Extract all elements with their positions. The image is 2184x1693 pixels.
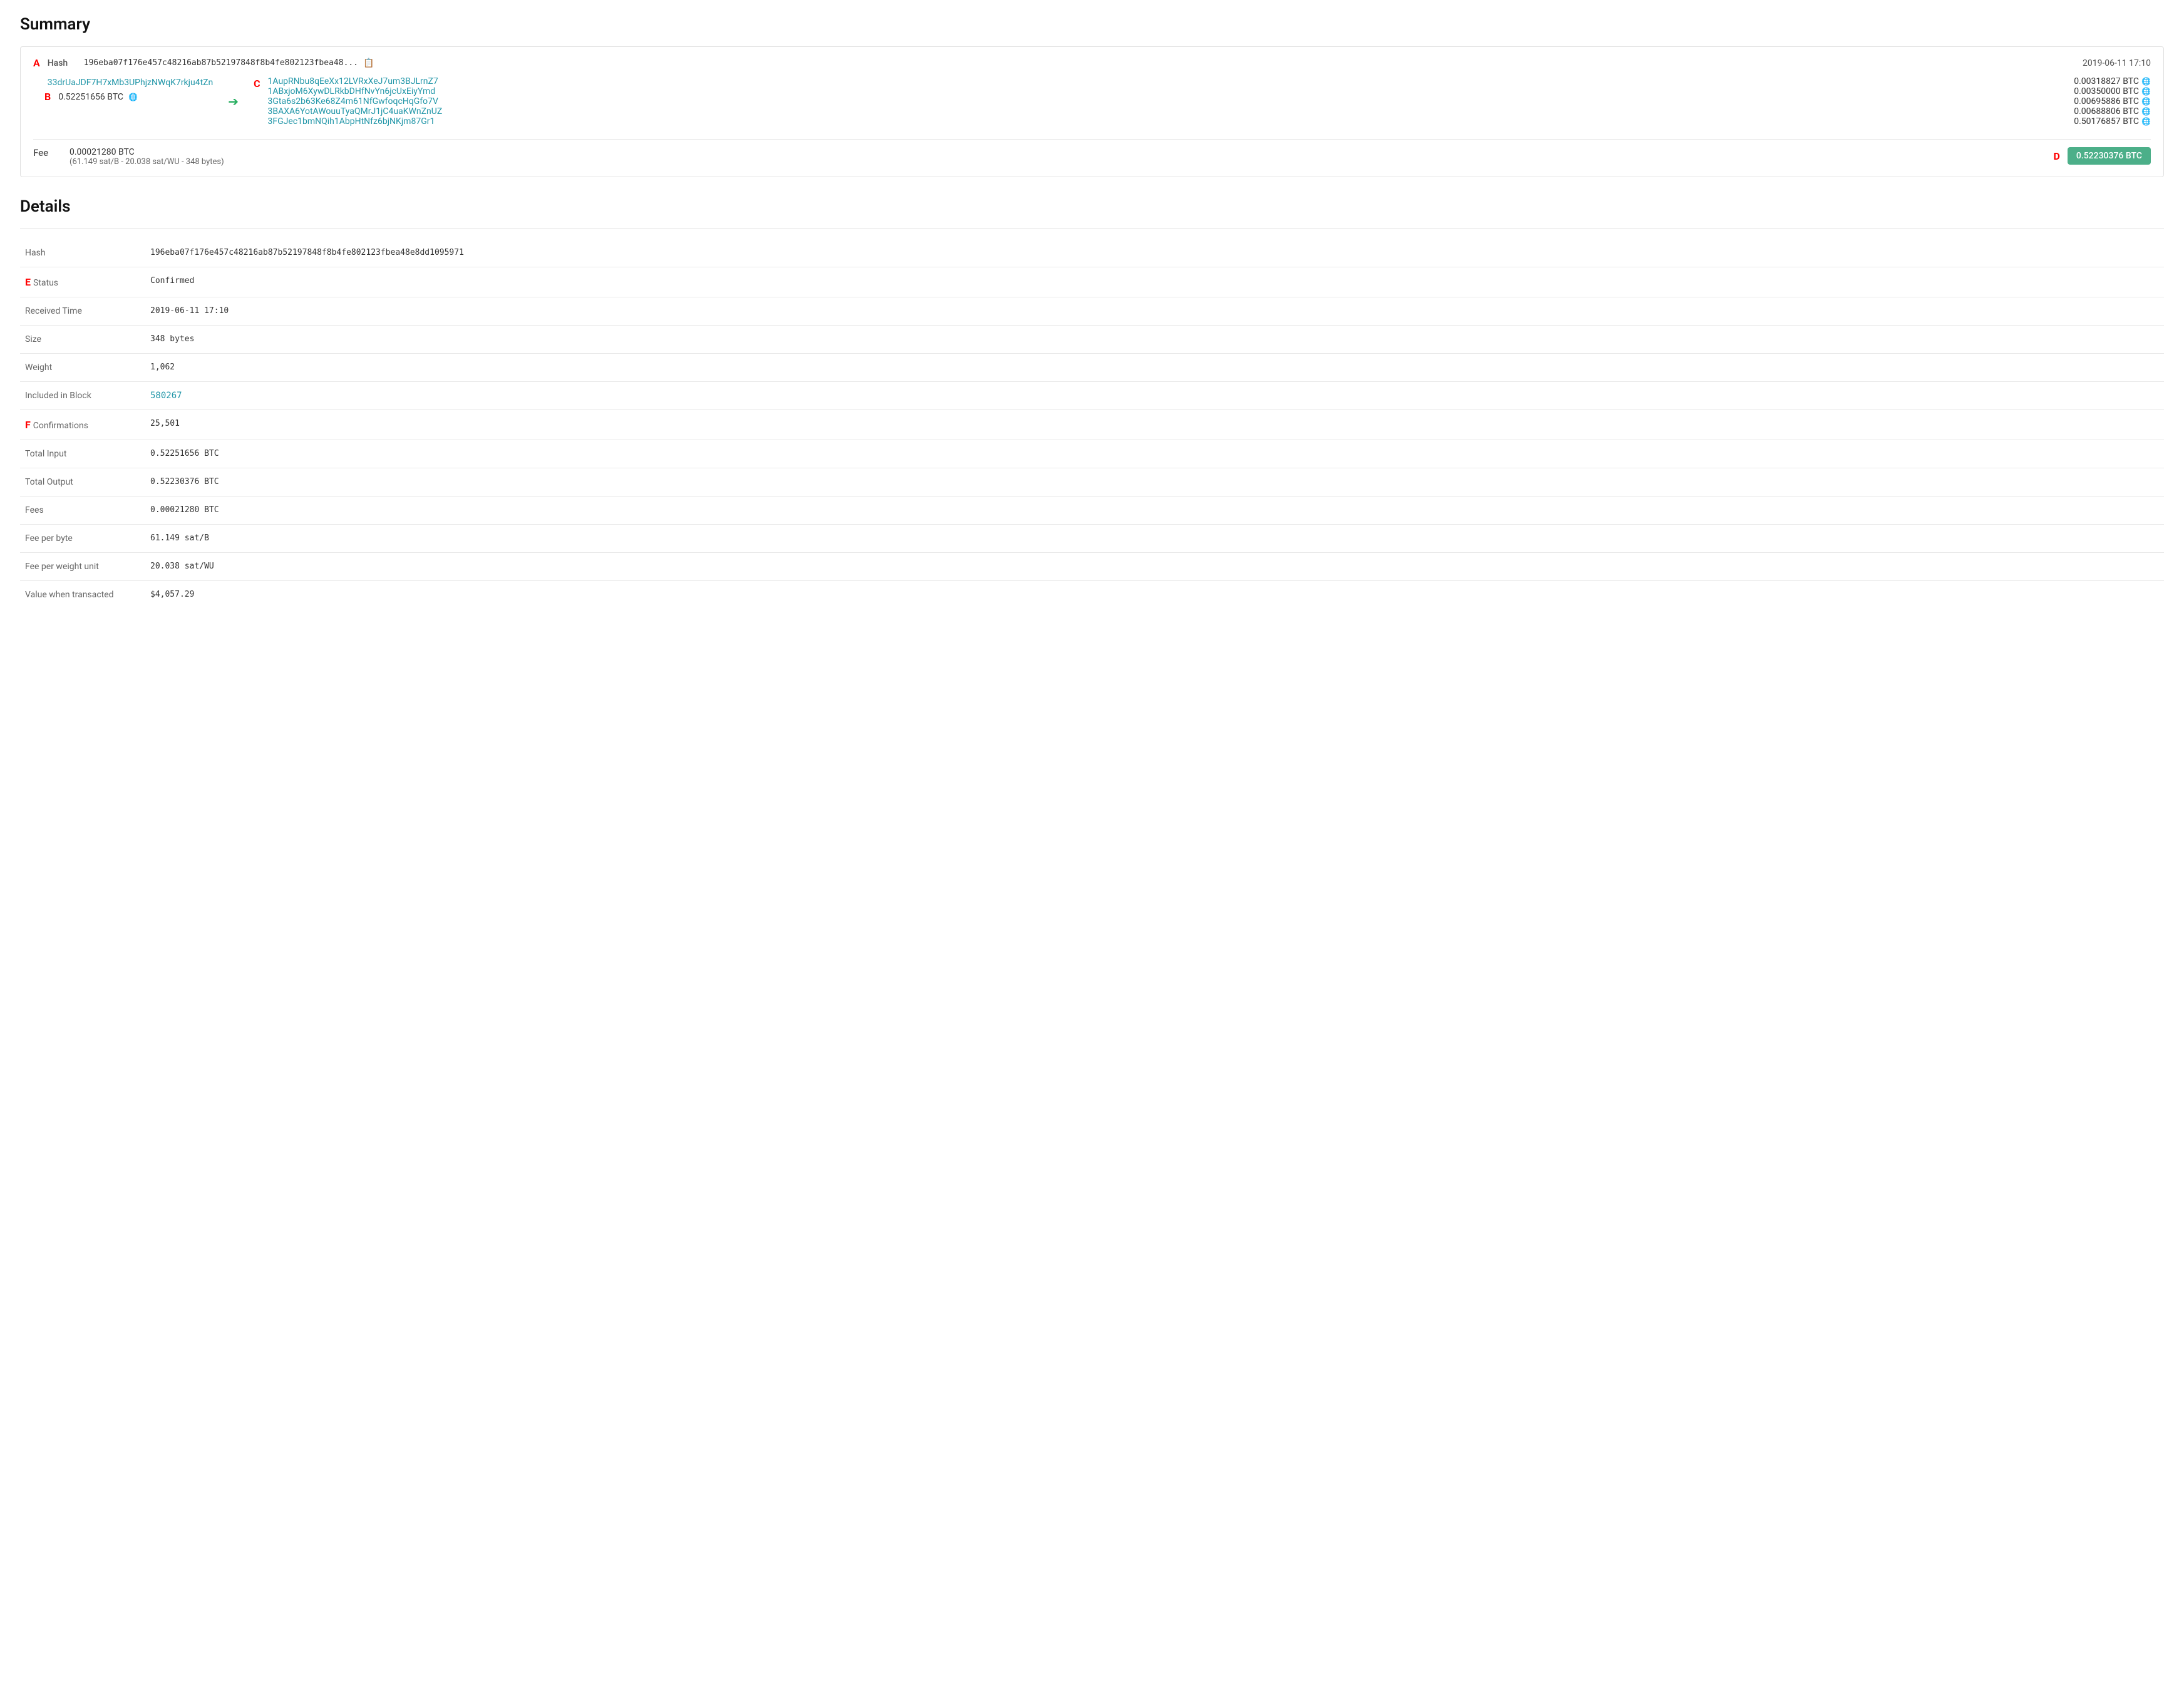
- detail-row-label: Hash: [25, 248, 46, 258]
- table-row: Total Output 0.52230376 BTC: [20, 468, 2164, 497]
- fee-label: Fee: [33, 147, 64, 167]
- tx-input-row: A 33drUaJDF7H7xMb3UPhjzNWqK7rkju4tZn: [33, 76, 213, 88]
- output-amount: 0.50176857 BTC: [2074, 116, 2139, 126]
- output-amount: 0.00318827 BTC: [2074, 76, 2139, 86]
- label-A: A: [33, 57, 40, 69]
- details-table: Hash 196eba07f176e457c48216ab87b52197848f…: [20, 239, 2164, 609]
- total-badge: 0.52230376 BTC: [2068, 147, 2151, 165]
- hash-label: Hash: [48, 58, 79, 68]
- hash-left: A Hash 196eba07f176e457c48216ab87b521978…: [33, 57, 374, 69]
- input-address-link[interactable]: 33drUaJDF7H7xMb3UPhjzNWqK7rkju4tZn: [48, 78, 214, 88]
- copy-icon[interactable]: 📋: [363, 58, 374, 68]
- fee-details: 0.00021280 BTC (61.149 sat/B - 20.038 sa…: [70, 147, 224, 167]
- globe-icon-input: 🌐: [128, 93, 138, 101]
- output-amount: 0.00350000 BTC: [2074, 86, 2139, 96]
- table-row: Fee per weight unit 20.038 sat/WU: [20, 553, 2164, 581]
- detail-row-label: Fees: [25, 505, 44, 515]
- fee-detail: (61.149 sat/B - 20.038 sat/WU - 348 byte…: [70, 157, 224, 167]
- detail-row-label: Size: [25, 334, 41, 344]
- summary-section: Summary A Hash 196eba07f176e457c48216ab8…: [20, 15, 2164, 177]
- tx-output-row: 1AupRNbu8qEeXx12LVRxXeJ7um3BJLrnZ7 0.003…: [268, 76, 2151, 86]
- globe-icon-output: 🌐: [2141, 117, 2151, 126]
- outputs-list: 1AupRNbu8qEeXx12LVRxXeJ7um3BJLrnZ7 0.003…: [268, 76, 2151, 126]
- output-address-link[interactable]: 1AupRNbu8qEeXx12LVRxXeJ7um3BJLrnZ7: [268, 76, 438, 86]
- detail-row-value: 2019-06-11 17:10: [145, 297, 2164, 326]
- detail-row-value: 61.149 sat/B: [145, 525, 2164, 553]
- globe-icon-output: 🌐: [2141, 87, 2151, 96]
- detail-row-value[interactable]: 580267: [145, 382, 2164, 410]
- input-amount: 0.52251656 BTC: [58, 92, 123, 102]
- table-row: Value when transacted $4,057.29: [20, 581, 2164, 609]
- output-amount: 0.00688806 BTC: [2074, 106, 2139, 116]
- table-row: Weight 1,062: [20, 354, 2164, 382]
- detail-row-value: 20.038 sat/WU: [145, 553, 2164, 581]
- detail-row-label: Total Output: [25, 477, 73, 487]
- output-address-link[interactable]: 1ABxjoM6XywDLRkbDHfNvYn6jcUxEiyYmd: [268, 86, 436, 96]
- output-address-link[interactable]: 3BAXA6YotAWouuTyaQMrJ1jC4uaKWnZnUZ: [268, 106, 443, 116]
- hash-short-value: 196eba07f176e457c48216ab87b52197848f8b4f…: [84, 58, 358, 68]
- tx-flow: A 33drUaJDF7H7xMb3UPhjzNWqK7rkju4tZn B 0…: [33, 76, 2151, 126]
- detail-row-value: 25,501: [145, 410, 2164, 440]
- details-section: Details Hash 196eba07f176e457c48216ab87b5…: [20, 197, 2164, 609]
- detail-row-value: $4,057.29: [145, 581, 2164, 609]
- table-row: Included in Block 580267: [20, 382, 2164, 410]
- table-row: Total Input 0.52251656 BTC: [20, 440, 2164, 468]
- output-amount: 0.00695886 BTC: [2074, 96, 2139, 106]
- fee-btc: 0.00021280 BTC: [70, 147, 224, 157]
- detail-row-label: Fee per byte: [25, 533, 73, 543]
- fee-left: Fee 0.00021280 BTC (61.149 sat/B - 20.03…: [33, 147, 224, 167]
- block-link[interactable]: 580267: [150, 391, 182, 401]
- label-E-detail: E: [25, 276, 31, 288]
- table-row: Hash 196eba07f176e457c48216ab87b52197848f…: [20, 239, 2164, 267]
- detail-row-label: Status: [33, 278, 58, 288]
- summary-title: Summary: [20, 15, 2164, 34]
- detail-row-label: Fee per weight unit: [25, 562, 99, 572]
- detail-row-label: Weight: [25, 363, 52, 373]
- hash-row: A Hash 196eba07f176e457c48216ab87b521978…: [33, 57, 2151, 69]
- output-address-link[interactable]: 3FGJec1bmNQih1AbpHtNfz6bjNKjm87Gr1: [268, 116, 435, 126]
- table-row: Fees 0.00021280 BTC: [20, 497, 2164, 525]
- tx-output-row: 1ABxjoM6XywDLRkbDHfNvYn6jcUxEiyYmd 0.003…: [268, 86, 2151, 96]
- hash-date: 2019-06-11 17:10: [2083, 58, 2151, 68]
- detail-row-value: Confirmed: [145, 267, 2164, 297]
- tx-outputs: C 1AupRNbu8qEeXx12LVRxXeJ7um3BJLrnZ7 0.0…: [254, 76, 2151, 126]
- globe-icon-output: 🌐: [2141, 97, 2151, 106]
- table-row: FConfirmations 25,501: [20, 410, 2164, 440]
- tx-output-row: 3BAXA6YotAWouuTyaQMrJ1jC4uaKWnZnUZ 0.006…: [268, 106, 2151, 116]
- detail-row-label: Value when transacted: [25, 590, 114, 600]
- summary-box: A Hash 196eba07f176e457c48216ab87b521978…: [20, 46, 2164, 177]
- detail-row-value: 1,062: [145, 354, 2164, 382]
- label-F-detail: F: [25, 419, 31, 431]
- arrow-icon: ➔: [228, 94, 239, 109]
- details-title: Details: [20, 197, 2164, 216]
- tx-output-row: 3Gta6s2b63Ke68Z4m61NfGwfoqcHqGfo7V 0.006…: [268, 96, 2151, 106]
- globe-icon-output: 🌐: [2141, 107, 2151, 116]
- detail-row-value: 0.52251656 BTC: [145, 440, 2164, 468]
- label-B: B: [44, 91, 51, 103]
- detail-row-label: Confirmations: [33, 421, 88, 431]
- globe-icon-output: 🌐: [2141, 77, 2151, 86]
- table-row: EStatus Confirmed: [20, 267, 2164, 297]
- detail-row-value: 348 bytes: [145, 326, 2164, 354]
- label-D: D: [2053, 150, 2059, 162]
- table-row: Fee per byte 61.149 sat/B: [20, 525, 2164, 553]
- table-row: Received Time 2019-06-11 17:10: [20, 297, 2164, 326]
- output-address-link[interactable]: 3Gta6s2b63Ke68Z4m61NfGwfoqcHqGfo7V: [268, 96, 438, 106]
- detail-row-label: Included in Block: [25, 391, 91, 401]
- fee-row: Fee 0.00021280 BTC (61.149 sat/B - 20.03…: [33, 139, 2151, 167]
- detail-row-label: Received Time: [25, 306, 82, 316]
- label-C: C: [254, 78, 260, 90]
- tx-output-row: 3FGJec1bmNQih1AbpHtNfz6bjNKjm87Gr1 0.501…: [268, 116, 2151, 126]
- detail-row-value: 196eba07f176e457c48216ab87b52197848f8b4f…: [145, 239, 2164, 267]
- detail-row-label: Total Input: [25, 449, 66, 459]
- tx-inputs: A 33drUaJDF7H7xMb3UPhjzNWqK7rkju4tZn B 0…: [33, 76, 213, 103]
- detail-row-value: 0.00021280 BTC: [145, 497, 2164, 525]
- detail-row-value: 0.52230376 BTC: [145, 468, 2164, 497]
- table-row: Size 348 bytes: [20, 326, 2164, 354]
